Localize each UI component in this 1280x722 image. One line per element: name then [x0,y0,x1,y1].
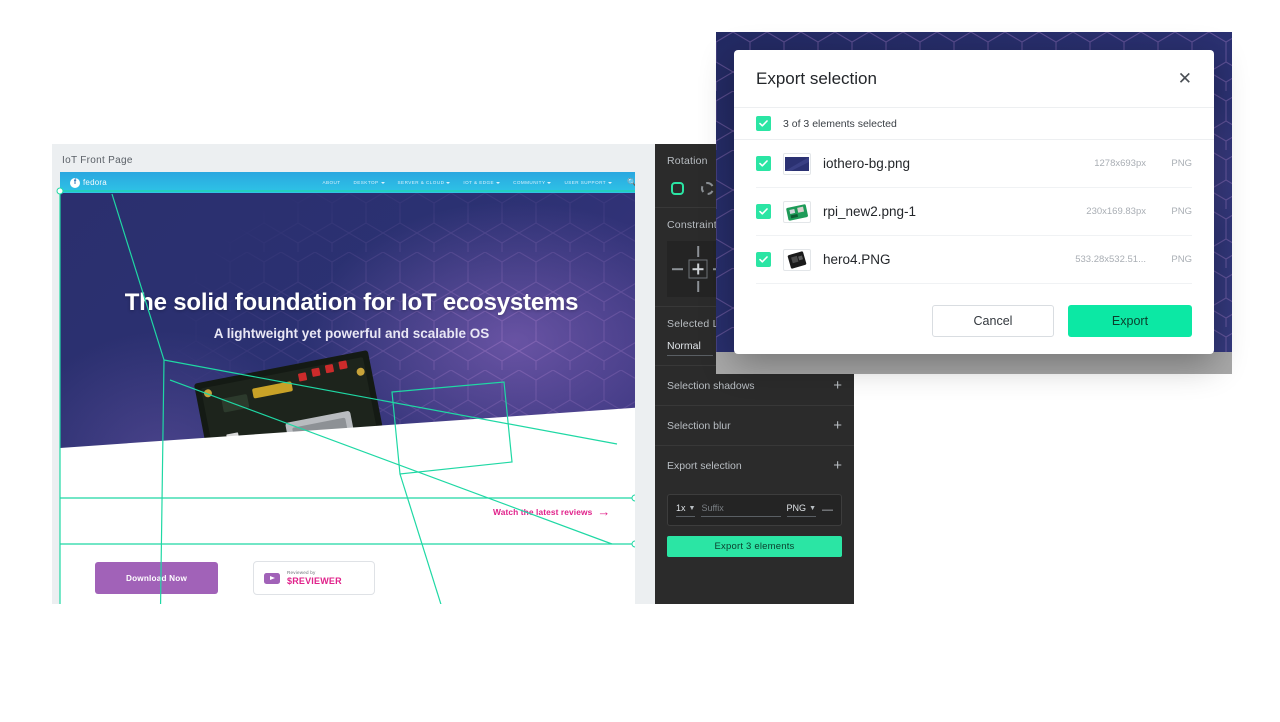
selection-blur-row[interactable]: Selection blur + [655,406,854,446]
file-checkbox[interactable] [756,252,771,267]
fedora-logo: f fedora [70,177,107,188]
export-selection-row[interactable]: Export selection + [655,446,854,485]
dashed-circle-icon[interactable] [697,178,717,198]
fedora-wordmark: fedora [83,178,107,187]
export-format-value: PNG [786,503,807,513]
check-icon [759,256,768,263]
nav-link-user-support[interactable]: USER SUPPORT [564,180,613,185]
export-suffix-placeholder: Suffix [701,503,724,513]
export-button[interactable]: Export [1068,305,1192,337]
nav-link-about[interactable]: ABOUT [322,180,340,185]
export-suffix-input[interactable]: Suffix [701,503,781,517]
nav-link-label: SERVER & CLOUD [397,180,445,185]
nav-link-label: USER SUPPORT [564,180,607,185]
close-icon[interactable]: ✕ [1178,70,1192,87]
hero-title: The solid foundation for IoT ecosystems [124,289,579,316]
watch-reviews-label: Watch the latest reviews [493,506,593,517]
selection-summary: 3 of 3 elements selected [783,117,897,130]
reviewer-name: $REVIEWER [287,575,342,586]
check-icon [759,160,768,167]
file-format: PNG [1171,254,1192,265]
download-now-button[interactable]: Download Now [95,562,218,594]
export-selection-dialog: Export selection ✕ 3 of 3 elements selec… [734,50,1214,354]
nav-links: ABOUT DESKTOP SERVER & CLOUD IOT & EDGE … [322,178,635,187]
chevron-down-icon: ▼ [688,504,696,512]
chevron-down-icon: ▼ [809,504,816,512]
export-scale-select[interactable]: 1x ▼ [676,503,696,517]
nav-link-label: ABOUT [322,180,341,185]
plus-icon[interactable]: + [833,378,842,393]
nav-link-label: COMMUNITY [513,180,546,185]
dialog-actions: Cancel Export [734,288,1214,354]
blend-mode-value[interactable]: Normal [667,340,713,356]
file-name: rpi_new2.png-1 [823,204,917,219]
select-all-row[interactable]: 3 of 3 elements selected [734,108,1214,140]
export-elements-button[interactable]: Export 3 elements [667,536,842,557]
remove-export-icon[interactable]: — [822,504,833,516]
export-config-row: 1x ▼ Suffix PNG ▼ — [667,494,842,526]
nav-link-label: DESKTOP [353,180,379,185]
hero-cta-area: Watch the latest reviews → Download Now … [60,505,635,604]
selection-blur-label: Selection blur [667,419,731,432]
screen: IoT Front Page f fedora ABOUT DESKTOP SE… [0,0,1280,722]
nav-link-iot-edge[interactable]: IOT & EDGE [463,180,501,185]
nav-link-community[interactable]: COMMUNITY [513,180,552,185]
table-row[interactable]: iothero-bg.png 1278x693px PNG [756,140,1192,188]
nav-link-desktop[interactable]: DESKTOP [354,180,385,185]
dialog-title: Export selection [756,68,877,88]
navy-rectangle-thumbnail [783,152,811,175]
file-name: iothero-bg.png [823,156,911,171]
cancel-button[interactable]: Cancel [932,305,1054,337]
selection-handle-top-left[interactable] [56,187,64,195]
file-dimensions: 1278x693px [1094,158,1146,169]
file-checkbox[interactable] [756,156,771,171]
file-name: hero4.PNG [823,252,891,267]
reviewer-badge[interactable]: Reviewed by $REVIEWER [253,561,375,595]
selection-handle-mid-right[interactable] [631,494,635,502]
search-icon[interactable]: 🔍 [627,178,635,187]
file-list: iothero-bg.png 1278x693px PNG rpi_new2.p… [734,140,1214,284]
file-dimensions: 533.28x532.51... [1075,254,1146,265]
dialog-header: Export selection ✕ [734,50,1214,108]
export-selection-label: Export selection [667,459,742,472]
file-format: PNG [1171,206,1192,217]
export-format-select[interactable]: PNG ▼ [786,503,816,517]
canvas-area[interactable]: IoT Front Page f fedora ABOUT DESKTOP SE… [52,144,635,604]
youtube-icon [264,572,280,584]
export-scale-value: 1x [676,503,686,513]
select-all-checkbox[interactable] [756,116,771,131]
table-row[interactable]: rpi_new2.png-1 230x169.83px PNG [756,188,1192,236]
selection-shadows-label: Selection shadows [667,379,755,392]
nav-link-server-cloud[interactable]: SERVER & CLOUD [398,180,451,185]
file-checkbox[interactable] [756,204,771,219]
chevron-down-icon [608,181,613,184]
hero-section: The solid foundation for IoT ecosystems … [60,193,635,523]
reviewer-badge-text: Reviewed by $REVIEWER [287,570,342,585]
hero-subtitle: A lightweight yet powerful and scalable … [213,326,490,341]
selection-handle-right[interactable] [631,540,635,548]
green-circuit-board-thumbnail [783,200,811,223]
chevron-down-icon [446,181,451,184]
file-dimensions: 230x169.83px [1086,206,1146,217]
fedora-mark-icon: f [70,177,80,188]
check-icon [759,208,768,215]
chevron-down-icon [380,181,385,184]
chevron-down-icon [496,181,501,184]
arrow-right-icon: → [597,504,611,519]
watch-reviews-link[interactable]: Watch the latest reviews → [493,505,610,518]
rounded-square-icon[interactable] [667,178,687,198]
chevron-down-icon [547,181,552,184]
artboard-frame[interactable]: f fedora ABOUT DESKTOP SERVER & CLOUD IO… [60,172,635,604]
plus-icon[interactable]: + [833,418,842,433]
site-navbar: f fedora ABOUT DESKTOP SERVER & CLOUD IO… [60,172,635,193]
nav-link-label: IOT & EDGE [463,180,495,185]
dark-circuit-board-thumbnail [783,248,811,271]
plus-icon[interactable]: + [833,458,842,473]
check-icon [759,120,768,127]
panel-bottom-strip [716,352,1232,374]
file-format: PNG [1171,158,1192,169]
table-row[interactable]: hero4.PNG 533.28x532.51... PNG [756,236,1192,284]
frame-label[interactable]: IoT Front Page [62,155,133,166]
